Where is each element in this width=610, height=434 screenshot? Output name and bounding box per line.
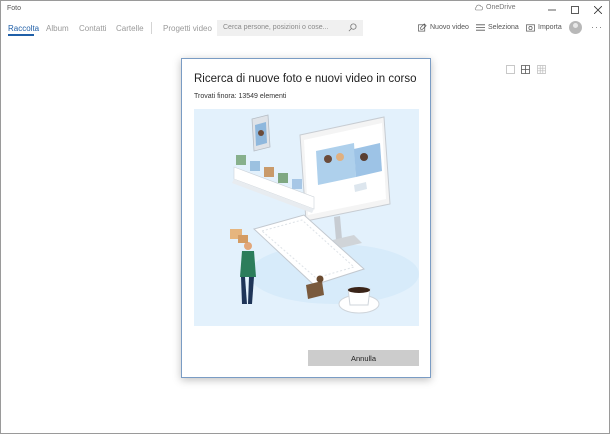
search-icon[interactable] (348, 23, 357, 32)
import-icon (526, 24, 535, 32)
photos-app-window: Foto OneDrive Raccolta Album Contatti Ca… (0, 0, 610, 434)
onedrive-label: OneDrive (486, 4, 516, 11)
dialog-title: Ricerca di nuove foto e nuovi video in c… (194, 73, 417, 85)
cloud-icon (474, 4, 483, 11)
app-title: Foto (7, 5, 22, 12)
cancel-button[interactable]: Annulla (308, 350, 419, 366)
tab-contatti[interactable]: Contatti (79, 24, 107, 33)
onedrive-status[interactable]: OneDrive (474, 4, 516, 11)
photos-illustration (194, 109, 419, 326)
maximize-icon (571, 6, 579, 14)
select-button[interactable]: Seleziona (476, 23, 519, 32)
minimize-button[interactable] (541, 1, 563, 19)
close-button[interactable] (587, 1, 609, 19)
maximize-button[interactable] (564, 1, 586, 19)
nav-separator (151, 22, 152, 34)
new-video-button[interactable]: Nuovo video (418, 23, 469, 32)
close-icon (594, 6, 602, 14)
tab-cartelle[interactable]: Cartelle (116, 24, 144, 33)
large-thumbnails-icon[interactable] (506, 65, 515, 74)
more-options-button[interactable]: ··· (591, 22, 603, 32)
user-avatar[interactable] (569, 21, 582, 34)
import-button[interactable]: Importa (526, 23, 562, 32)
new-video-icon (418, 23, 427, 32)
small-thumbnails-icon[interactable] (537, 65, 546, 74)
select-list-icon (476, 24, 485, 31)
items-found-count: Trovati finora: 13549 elementi (194, 93, 287, 100)
minimize-icon (548, 9, 556, 11)
import-progress-dialog: Ricerca di nuove foto e nuovi video in c… (181, 58, 431, 378)
tab-album[interactable]: Album (46, 24, 69, 33)
import-label: Importa (538, 24, 562, 31)
search-placeholder: Cerca persone, posizioni o cose... (223, 24, 329, 31)
tab-raccolta[interactable]: Raccolta (8, 24, 39, 33)
search-input[interactable]: Cerca persone, posizioni o cose... (217, 20, 363, 36)
new-video-label: Nuovo video (430, 24, 469, 31)
tab-progetti-video[interactable]: Progetti video (163, 24, 212, 33)
select-label: Seleziona (488, 24, 519, 31)
medium-thumbnails-icon[interactable] (521, 65, 530, 74)
active-tab-indicator (8, 34, 34, 36)
title-bar: Foto OneDrive (1, 1, 609, 19)
